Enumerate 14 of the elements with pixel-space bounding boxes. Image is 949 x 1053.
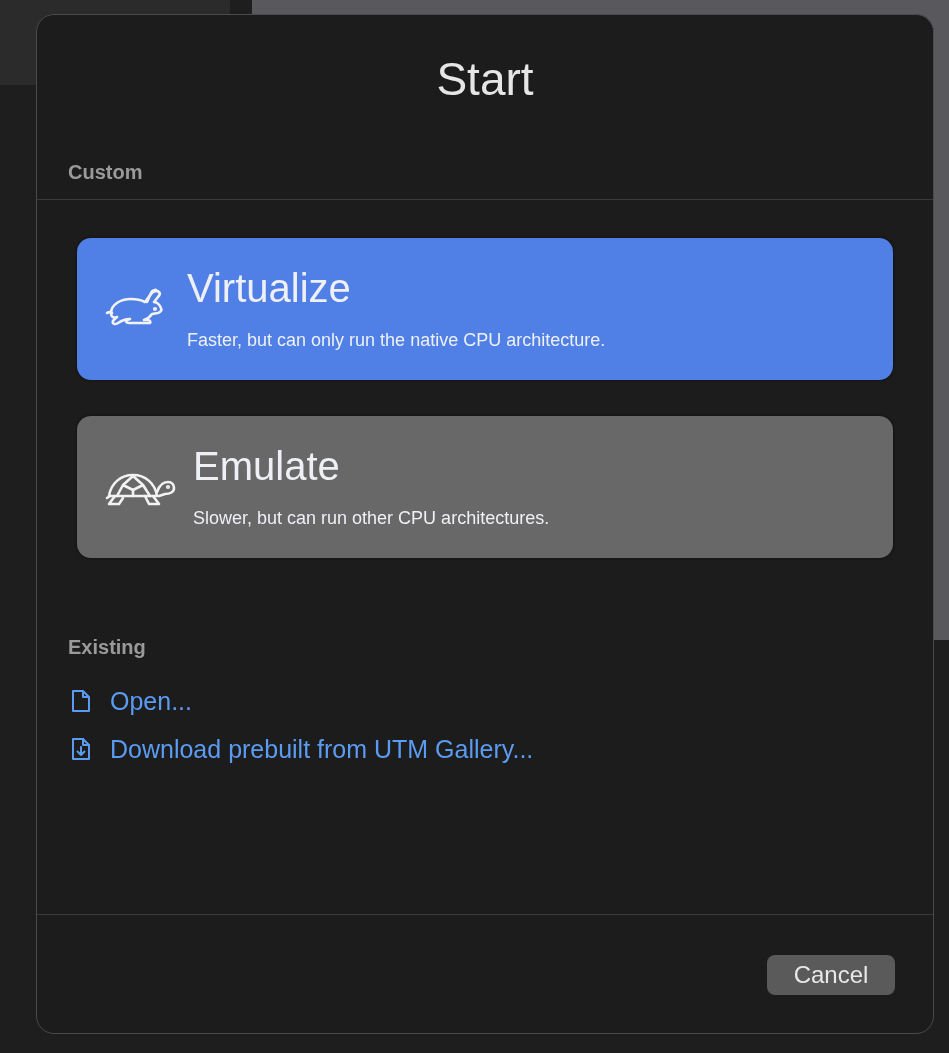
- option-card[interactable]: Emulate Slower, but can run other CPU architectures.: [77, 416, 893, 558]
- option-description: Slower, but can run other CPU architectures.: [193, 506, 550, 530]
- section-heading: Custom: [68, 160, 144, 185]
- link[interactable]: Open...: [110, 686, 192, 716]
- option-card[interactable]: Virtualize Faster, but can only run the native CPU architecture.: [77, 238, 893, 380]
- option-title: Virtualize: [187, 264, 352, 311]
- dialog-title: Start: [436, 53, 534, 105]
- link[interactable]: Download prebuilt from UTM Gallery...: [110, 734, 534, 764]
- option-title: Emulate: [193, 442, 341, 489]
- option-description: Faster, but can only run the native CPU architecture.: [187, 328, 606, 352]
- section-heading: Existing: [68, 635, 147, 660]
- cancel-button[interactable]: Cancel: [767, 955, 895, 995]
- document-icon: [70, 688, 92, 714]
- document-download-icon: [70, 736, 92, 762]
